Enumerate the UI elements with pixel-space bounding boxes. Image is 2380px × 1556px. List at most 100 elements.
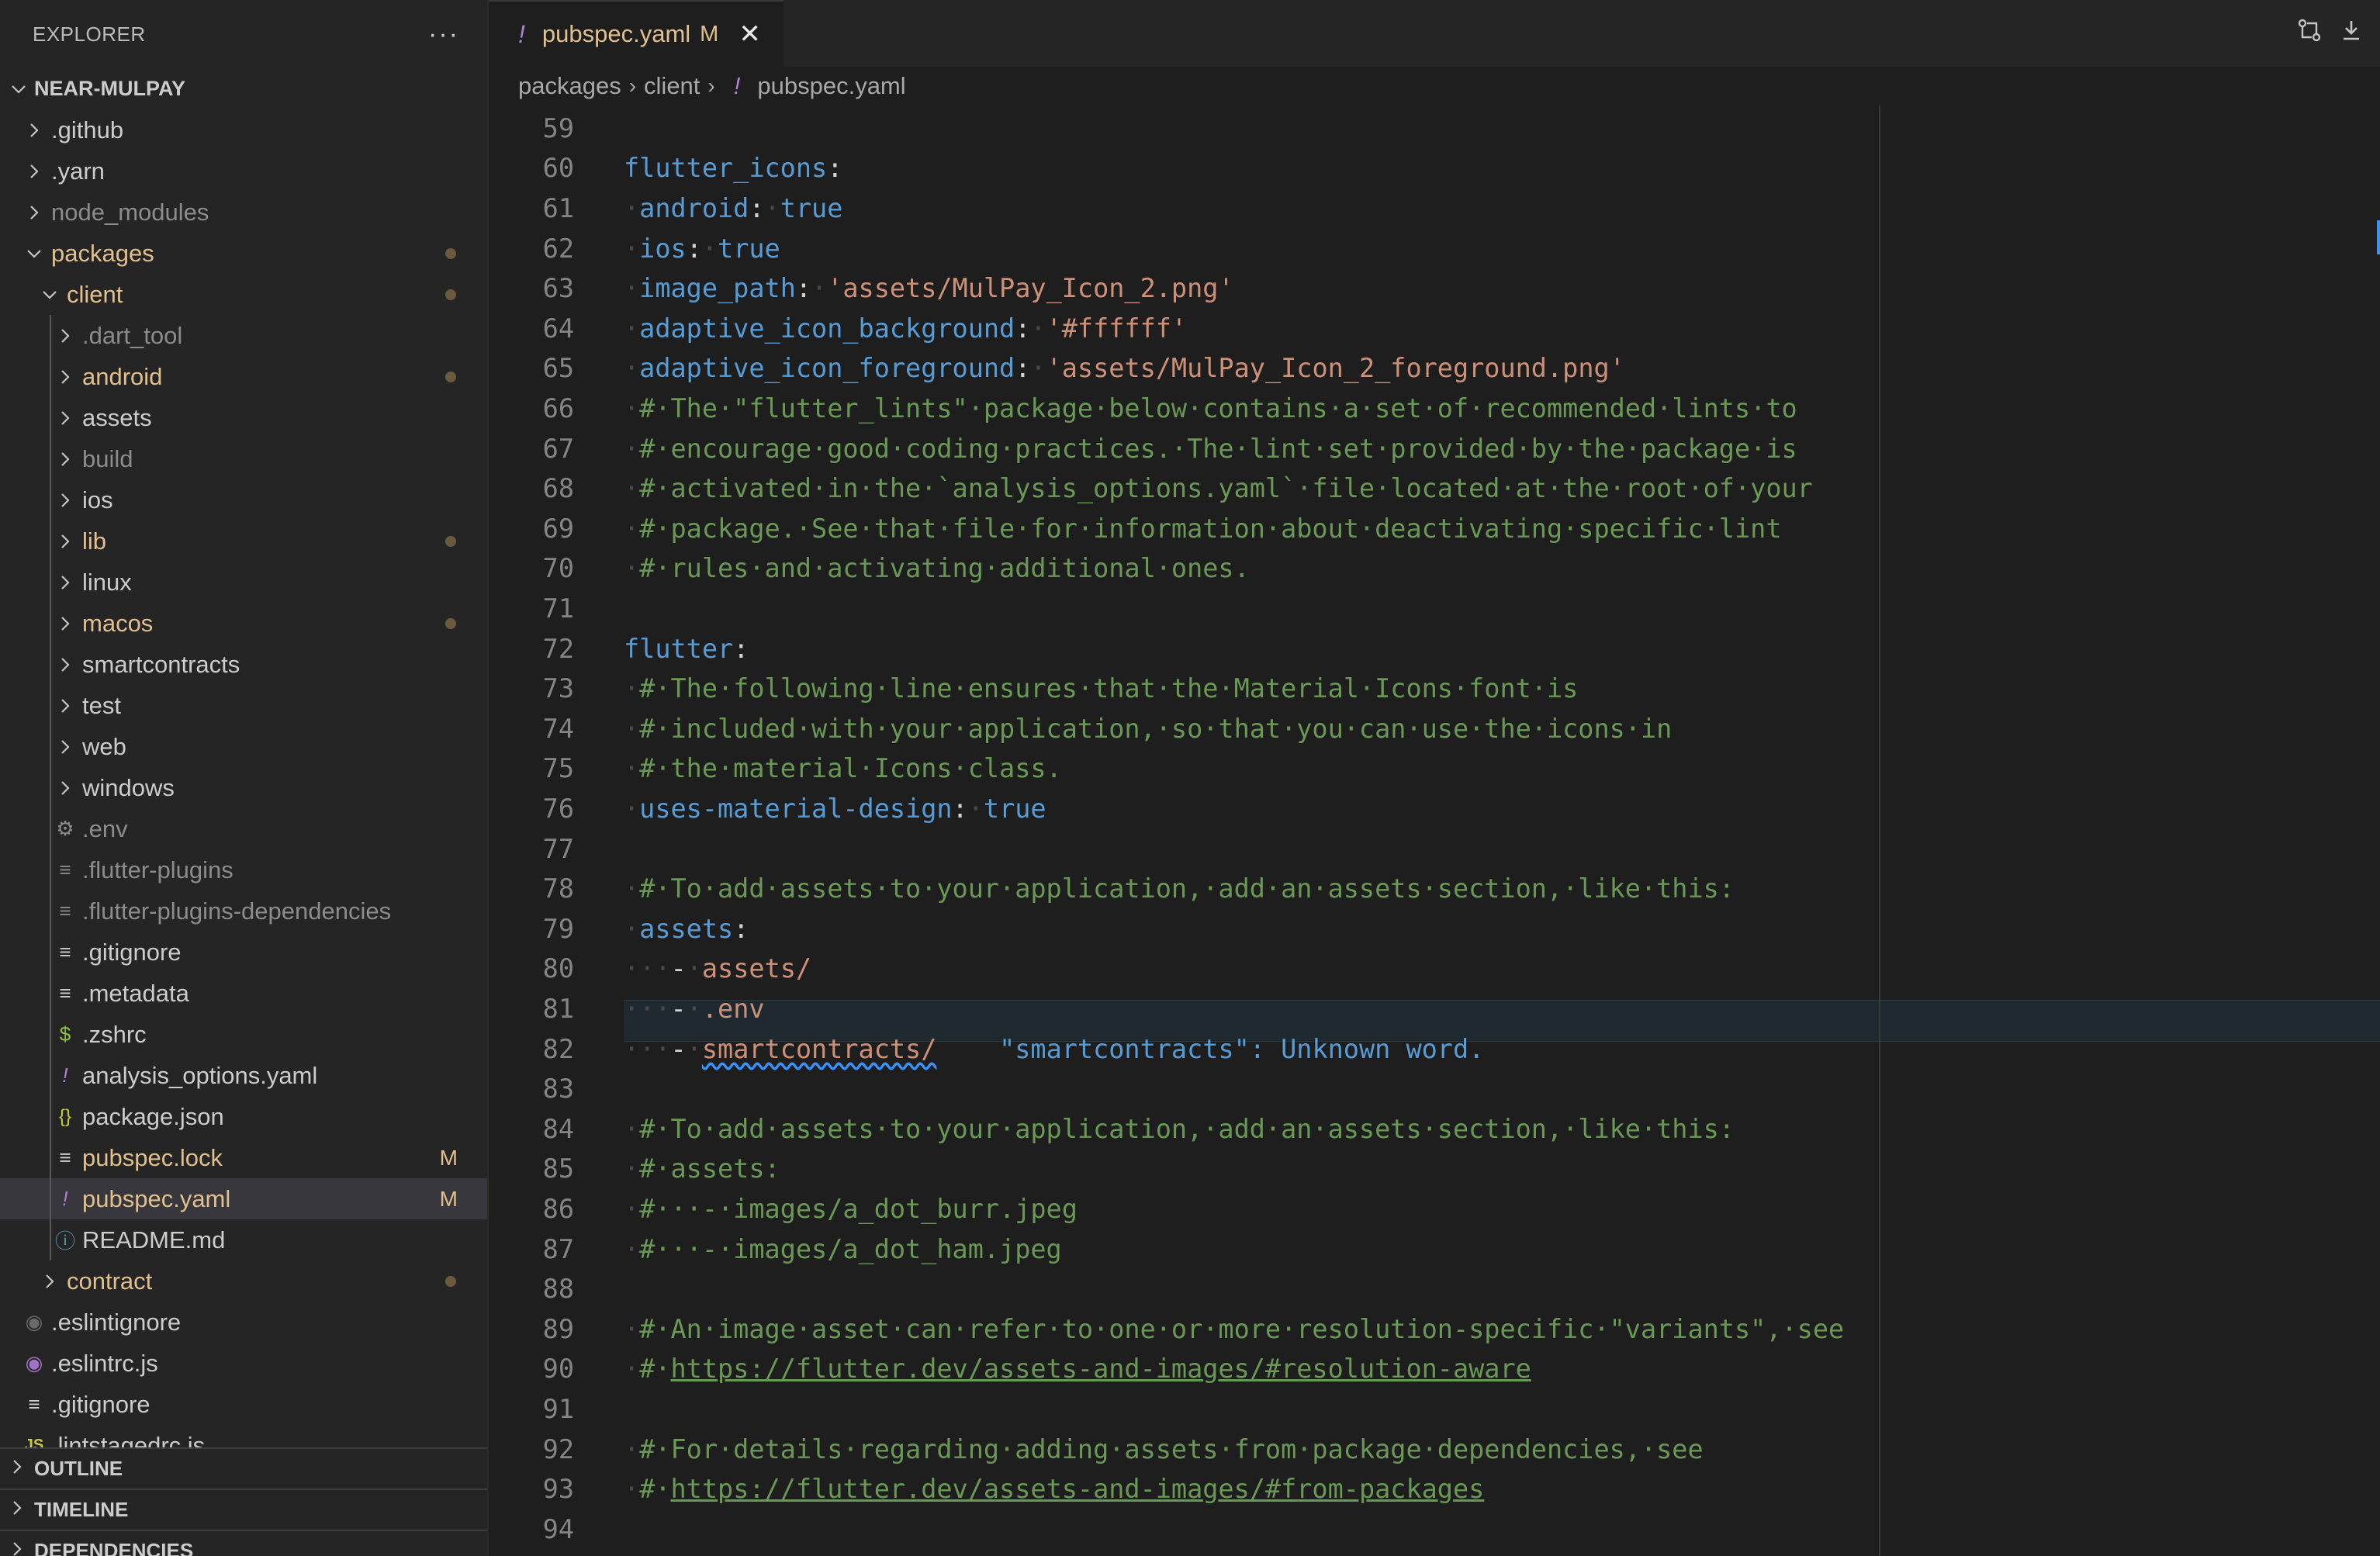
tree-item-label: package.json	[82, 1102, 224, 1130]
code-token: ·	[1030, 313, 1046, 344]
folder-item[interactable]: contract	[0, 1260, 487, 1302]
code-token: '#ffffff'	[1046, 313, 1188, 344]
code-line: 77	[489, 829, 1109, 869]
code-line: 90 ·#·https://flutter.dev/assets-and-imag…	[489, 1350, 1531, 1389]
folder-item[interactable]: web	[0, 726, 487, 767]
lines-icon: ≡	[59, 981, 71, 1004]
folder-item[interactable]: node_modules	[0, 192, 487, 233]
code-line: 86 ·#···-·images/a_dot_burr.jpeg	[489, 1189, 1109, 1229]
code-line: 65 ·adaptive_icon_foreground:·'assets/Mul…	[489, 349, 1625, 389]
tab-pubspec-yaml[interactable]: ! pubspec.yaml M ✕	[489, 0, 784, 67]
folder-item[interactable]: smartcontracts	[0, 644, 487, 685]
code-line: 72 flutter:	[489, 629, 1109, 669]
code-token: #·To·add·assets·to·your·application,·add…	[639, 873, 1735, 904]
breadcrumb-file[interactable]: pubspec.yaml	[757, 72, 905, 100]
chevron-right-icon: ›	[628, 74, 637, 98]
code-line: 79 ·assets:	[489, 909, 1109, 949]
folder-item[interactable]: .yarn	[0, 150, 487, 192]
chevron-right-icon	[50, 615, 81, 632]
explorer-sidebar: EXPLORER ··· NEAR-MULPAY .github .yarn nod…	[0, 0, 489, 1556]
tree-item-label: .zshrc	[82, 1020, 147, 1048]
code-line: 76 ·uses-material-design:·true	[489, 789, 1109, 828]
code-line: 66 ·#·The·"flutter_lints"·package·below·c…	[489, 389, 1797, 428]
comment-link[interactable]: https://flutter.dev/assets-and-images/#f…	[671, 1474, 1485, 1504]
folder-item[interactable]: linux	[0, 562, 487, 603]
file-item[interactable]: ⚙ .env	[0, 808, 487, 849]
folder-item[interactable]: build	[0, 438, 487, 479]
file-item[interactable]: ≡ pubspec.lock M	[0, 1137, 487, 1178]
yaml-icon: !	[733, 72, 741, 99]
tree-item-label: analysis_options.yaml	[82, 1061, 318, 1089]
file-item[interactable]: JS .lintstagedrc.js	[0, 1425, 487, 1448]
file-item[interactable]: {} package.json	[0, 1096, 487, 1137]
panel-outline[interactable]: OUTLINE	[0, 1447, 487, 1489]
code-token: ···	[624, 953, 671, 984]
code-token: -	[670, 953, 687, 984]
line-code: ·#·included·with·your·application,·so·th…	[624, 714, 1672, 744]
code-line: 80 ···-·assets/	[489, 949, 1109, 989]
folder-item[interactable]: ios	[0, 479, 487, 520]
line-number: 83	[542, 1074, 574, 1105]
file-item[interactable]: ≡ .flutter-plugins-dependencies	[0, 890, 487, 932]
file-item[interactable]: ! pubspec.yaml M	[0, 1178, 487, 1219]
line-code: flutter:	[624, 634, 749, 664]
folder-item[interactable]: .dart_tool	[0, 315, 487, 356]
breadcrumb-item[interactable]: client	[644, 72, 700, 100]
folder-item[interactable]: test	[0, 685, 487, 726]
line-code: ·assets:	[624, 914, 749, 944]
folder-item[interactable]: macos	[0, 603, 487, 644]
scrollbar-marker[interactable]	[2377, 220, 2380, 254]
code-editor[interactable]: 59 60 flutter_icons: 61 ·android:·true 62 ·ios…	[489, 105, 2380, 1556]
chevron-right-icon	[34, 1273, 65, 1290]
line-code: ·#·assets:	[624, 1153, 780, 1184]
code-token: ·	[624, 673, 640, 704]
download-icon[interactable]	[2340, 19, 2363, 49]
file-item[interactable]: ≡ .gitignore	[0, 1384, 487, 1425]
line-number: 84	[542, 1113, 574, 1144]
line-number: 68	[542, 473, 574, 504]
folder-item[interactable]: packages	[0, 233, 487, 274]
tree-item-label: node_modules	[51, 198, 209, 226]
panel-timeline[interactable]: TIMELINE	[0, 1489, 487, 1530]
code-token: ·	[624, 1433, 640, 1464]
indent-guide	[50, 1219, 51, 1260]
panel-dependencies[interactable]: DEPENDENCIES	[0, 1530, 487, 1556]
git-status-badge: M	[439, 1186, 458, 1211]
file-item[interactable]: ≡ .metadata	[0, 973, 487, 1014]
tree-item-label: README.md	[82, 1226, 226, 1253]
chevron-right-icon	[19, 163, 50, 180]
folder-item[interactable]: windows	[0, 767, 487, 808]
workspace-root[interactable]: NEAR-MULPAY	[0, 68, 487, 109]
more-actions-icon[interactable]: ···	[428, 19, 459, 50]
chevron-right-icon	[0, 1498, 34, 1522]
line-number: 63	[542, 273, 574, 304]
breadcrumb-item[interactable]: packages	[518, 72, 621, 100]
folder-item[interactable]: client	[0, 274, 487, 315]
code-token: ·	[624, 1113, 640, 1144]
file-item[interactable]: ! analysis_options.yaml	[0, 1055, 487, 1096]
yaml-icon: !	[62, 1063, 68, 1087]
code-token: true	[780, 192, 843, 223]
file-item[interactable]: ≡ .gitignore	[0, 932, 487, 973]
code-token: ·	[624, 1474, 640, 1505]
file-item[interactable]: ⓘ README.md	[0, 1219, 487, 1260]
file-item[interactable]: ≡ .flutter-plugins	[0, 849, 487, 890]
folder-item[interactable]: .github	[0, 109, 487, 150]
tree-item-label: .metadata	[82, 979, 189, 1007]
file-item[interactable]: ◉ .eslintignore	[0, 1302, 487, 1343]
code-token: :	[1015, 353, 1031, 384]
folder-item[interactable]: assets	[0, 397, 487, 438]
close-icon[interactable]: ✕	[739, 19, 761, 50]
file-item[interactable]: $ .zshrc	[0, 1014, 487, 1055]
chevron-right-icon	[50, 492, 81, 509]
folder-item[interactable]: lib	[0, 520, 487, 562]
tree-item-label: packages	[51, 239, 154, 267]
line-number: 62	[542, 233, 574, 264]
compare-changes-icon[interactable]	[2296, 17, 2323, 50]
code-token: #·	[639, 1354, 671, 1385]
comment-link[interactable]: https://flutter.dev/assets-and-images/#r…	[671, 1354, 1531, 1384]
eslint-icon: ◉	[25, 1351, 43, 1374]
file-item[interactable]: ◉ .eslintrc.js	[0, 1343, 487, 1384]
code-line: 60 flutter_icons:	[489, 149, 1109, 188]
folder-item[interactable]: android	[0, 356, 487, 397]
